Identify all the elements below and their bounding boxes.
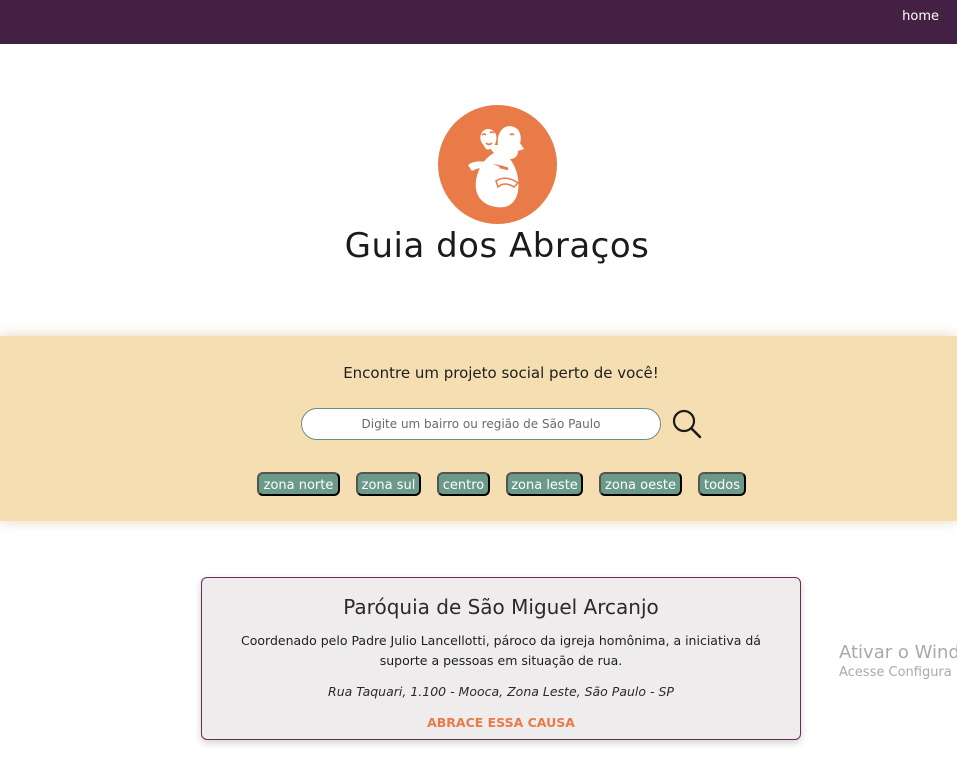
filter-zona-leste[interactable]: zona leste xyxy=(506,472,583,496)
search-section: Encontre um projeto social perto de você… xyxy=(0,336,957,521)
watermark-subtitle: Acesse Configura xyxy=(839,665,952,680)
filter-zona-norte[interactable]: zona norte xyxy=(257,472,340,496)
home-link[interactable]: home xyxy=(902,9,939,24)
search-input[interactable] xyxy=(301,408,661,440)
project-title: Paróquia de São Miguel Arcanjo xyxy=(343,595,659,619)
project-address: Rua Taquari, 1.100 - Mooca, Zona Leste, … xyxy=(328,684,674,699)
filter-centro[interactable]: centro xyxy=(437,472,490,496)
filter-zona-sul[interactable]: zona sul xyxy=(356,472,421,496)
watermark-title: Ativar o Wind xyxy=(839,642,957,663)
hug-logo-icon xyxy=(438,105,557,224)
filter-todos[interactable]: todos xyxy=(698,472,746,496)
embrace-cause-link[interactable]: ABRACE ESSA CAUSA xyxy=(202,715,800,730)
search-icon[interactable] xyxy=(671,408,703,440)
site-title: Guia dos Abraços xyxy=(344,226,650,266)
filter-zona-oeste[interactable]: zona oeste xyxy=(599,472,682,496)
search-prompt: Encontre um projeto social perto de você… xyxy=(343,364,659,382)
project-card: Paróquia de São Miguel Arcanjo Coordenad… xyxy=(201,577,801,740)
top-navbar: home xyxy=(0,0,957,44)
windows-activation-watermark: Ativar o Wind Acesse Configura xyxy=(839,642,957,680)
project-description: Coordenado pelo Padre Julio Lancellotti,… xyxy=(241,633,761,668)
